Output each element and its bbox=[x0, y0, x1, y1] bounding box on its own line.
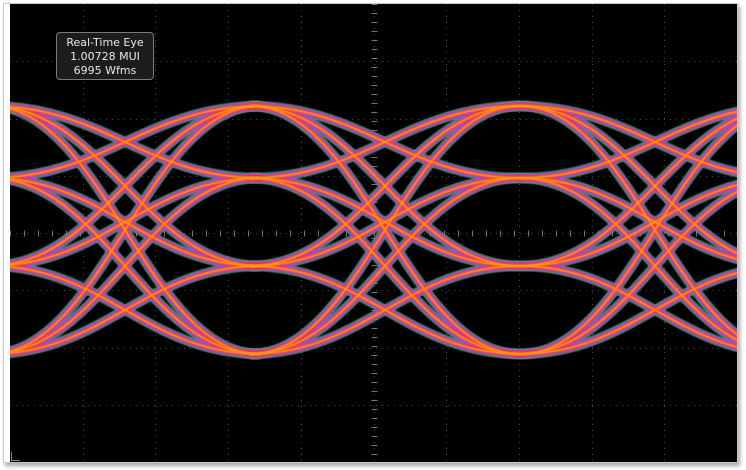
corner-marker bbox=[11, 452, 20, 461]
readout-waveforms: 6995 Wfms bbox=[73, 64, 137, 77]
eye-diagram-display: Real-Time Eye 1.00728 MUI 6995 Wfms bbox=[10, 4, 737, 462]
readout-title: Real-Time Eye bbox=[66, 36, 144, 49]
waveform-traces bbox=[10, 95, 737, 365]
eye-measurement-readout[interactable]: Real-Time Eye 1.00728 MUI 6995 Wfms bbox=[56, 32, 154, 80]
oscilloscope-window: Real-Time Eye 1.00728 MUI 6995 Wfms bbox=[3, 3, 738, 463]
readout-unit-intervals: 1.00728 MUI bbox=[70, 50, 140, 63]
